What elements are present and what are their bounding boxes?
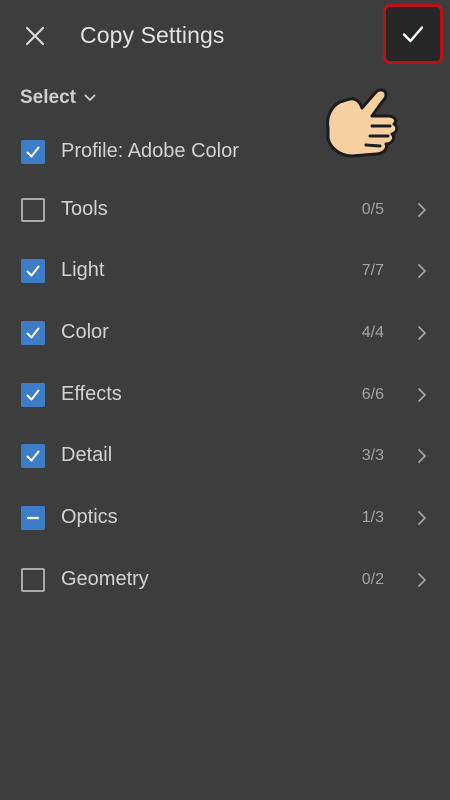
checkmark-icon: [26, 450, 40, 462]
checkbox-profile[interactable]: [21, 140, 45, 164]
setting-count: 6/6: [361, 386, 384, 403]
setting-label: Color: [61, 321, 109, 343]
checkbox-optics[interactable]: [21, 506, 45, 530]
setting-count: 0/5: [361, 201, 384, 218]
setting-label: Tools: [61, 198, 108, 220]
page-title: Copy Settings: [80, 22, 225, 48]
checkmark-icon: [26, 146, 40, 158]
setting-row-geometry[interactable]: Geometry 0/2: [0, 555, 450, 605]
setting-count: 0/2: [361, 571, 384, 588]
checkbox-color[interactable]: [21, 321, 45, 345]
setting-label: Detail: [61, 444, 113, 466]
checkbox-tools[interactable]: [21, 198, 45, 222]
setting-label: Geometry: [61, 568, 149, 590]
setting-row-effects[interactable]: Effects 6/6: [0, 370, 450, 420]
setting-count: 1/3: [361, 509, 384, 526]
setting-label: Light: [61, 259, 105, 281]
close-button[interactable]: [20, 21, 50, 51]
setting-row-light[interactable]: Light 7/7: [0, 246, 450, 296]
chevron-right-icon[interactable]: [412, 385, 432, 405]
checkbox-geometry[interactable]: [21, 568, 45, 592]
checkmark-icon: [26, 389, 40, 401]
confirm-button[interactable]: [383, 4, 443, 64]
checkmark-icon: [26, 265, 40, 277]
pointing-hand-icon: [326, 88, 399, 158]
checkbox-effects[interactable]: [21, 383, 45, 407]
setting-count: 3/3: [361, 447, 384, 464]
checkbox-detail[interactable]: [21, 444, 45, 468]
select-label: Select: [20, 87, 76, 108]
setting-label: Optics: [61, 506, 118, 528]
setting-row-tools[interactable]: Tools 0/5: [0, 185, 450, 235]
chevron-right-icon[interactable]: [412, 323, 432, 343]
setting-label: Profile: Adobe Color: [61, 140, 239, 162]
checkmark-icon: [402, 26, 424, 43]
chevron-right-icon[interactable]: [412, 446, 432, 466]
setting-row-optics[interactable]: Optics 1/3: [0, 493, 450, 543]
chevron-down-icon: [84, 94, 96, 102]
chevron-right-icon[interactable]: [412, 200, 432, 220]
chevron-right-icon[interactable]: [412, 508, 432, 528]
minus-icon: [26, 516, 40, 520]
setting-row-detail[interactable]: Detail 3/3: [0, 431, 450, 481]
select-dropdown[interactable]: Select: [20, 86, 96, 110]
checkbox-light[interactable]: [21, 259, 45, 283]
checkmark-icon: [26, 327, 40, 339]
app-header: Copy Settings: [0, 0, 450, 72]
chevron-right-icon[interactable]: [412, 261, 432, 281]
close-icon: [25, 26, 45, 46]
setting-label: Effects: [61, 383, 122, 405]
setting-row-color[interactable]: Color 4/4: [0, 308, 450, 358]
setting-count: 7/7: [361, 262, 384, 279]
chevron-right-icon[interactable]: [412, 570, 432, 590]
setting-count: 4/4: [361, 324, 384, 341]
